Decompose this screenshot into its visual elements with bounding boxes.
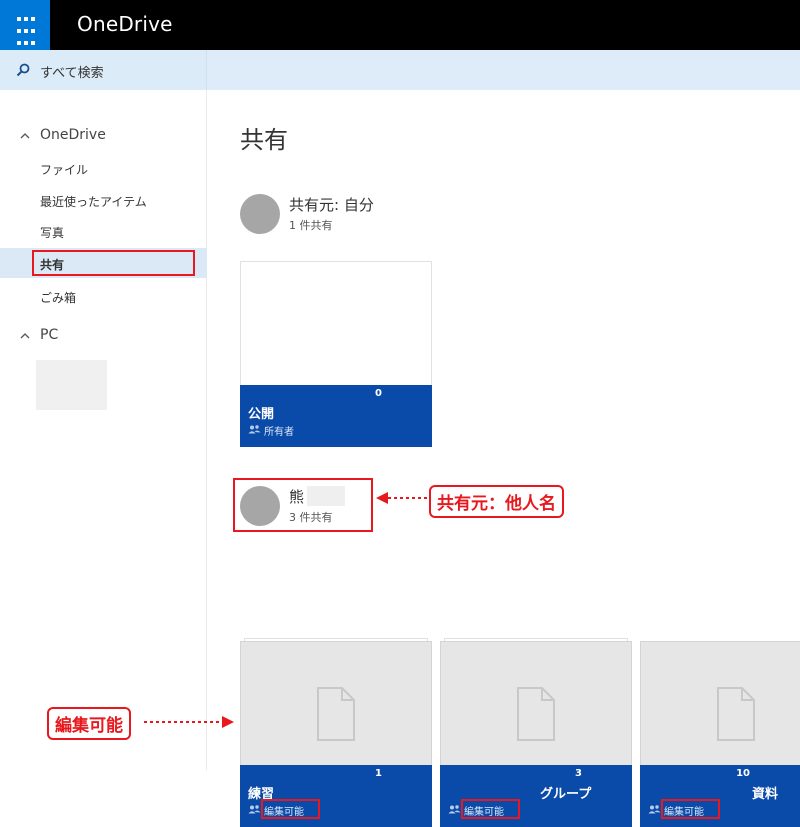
folder-tile[interactable]: 1 練習 編集可能 bbox=[240, 638, 432, 827]
search-box[interactable]: すべて検索 bbox=[0, 50, 207, 90]
chevron-up-icon bbox=[20, 333, 30, 339]
shared-count: 1 件共有 bbox=[289, 219, 333, 232]
annotation-permission-callout: 編集可能 bbox=[47, 707, 131, 740]
item-count: 0 bbox=[375, 388, 382, 399]
folder-name: 資料 bbox=[752, 787, 779, 802]
document-icon bbox=[717, 687, 755, 741]
highlight-box bbox=[461, 799, 520, 819]
avatar bbox=[240, 194, 280, 234]
permission-label: 所有者 bbox=[264, 427, 294, 438]
sidebar-item-label: 最近使ったアイテム bbox=[40, 195, 147, 209]
search-bar: すべて検索 bbox=[0, 50, 800, 90]
search-icon bbox=[16, 63, 30, 77]
sidebar-item-label: ごみ箱 bbox=[40, 291, 77, 305]
people-icon bbox=[248, 425, 261, 434]
folder-tile[interactable]: 3 グループ 編集可能 bbox=[440, 638, 632, 827]
page-title: 共有 bbox=[240, 126, 288, 154]
main-content: 共有 共有元: 自分 1 件共有 0 公開 所有者 熊 3 件共有 1 練習 編… bbox=[208, 90, 800, 827]
app-title[interactable]: OneDrive bbox=[77, 12, 173, 36]
sidebar-item-label: ファイル bbox=[40, 163, 89, 177]
highlight-box bbox=[32, 250, 195, 276]
document-icon bbox=[317, 687, 355, 741]
highlight-box bbox=[261, 799, 320, 819]
sidebar-item-photos[interactable]: 写真 bbox=[0, 216, 207, 246]
highlight-box bbox=[233, 478, 373, 532]
annotation-owner-callout: 共有元：他人名 bbox=[429, 485, 564, 518]
people-icon bbox=[448, 805, 461, 814]
sidebar-item-recent[interactable]: 最近使ったアイテム bbox=[0, 185, 207, 215]
sidebar-item-shared[interactable]: 共有 bbox=[0, 248, 207, 278]
search-label: すべて検索 bbox=[40, 66, 104, 81]
arrow-left-icon bbox=[376, 492, 432, 504]
sidebar: OneDrive ファイル 最近使ったアイテム 写真 共有 ごみ箱 PC bbox=[0, 90, 207, 770]
owner-name: 共有元: 自分 bbox=[289, 196, 374, 214]
sidebar-group-label: PC bbox=[40, 327, 59, 343]
tile-thumbnail bbox=[240, 261, 432, 385]
document-icon bbox=[517, 687, 555, 741]
chevron-up-icon bbox=[20, 133, 30, 139]
sidebar-item-label: 写真 bbox=[40, 226, 65, 240]
people-icon bbox=[648, 805, 661, 814]
app-launcher-icon[interactable] bbox=[0, 0, 50, 50]
pc-item-thumbnail[interactable] bbox=[36, 360, 107, 410]
people-icon bbox=[248, 805, 261, 814]
sidebar-group-label: OneDrive bbox=[40, 127, 106, 143]
folder-tile[interactable]: 10 資料 編集可能 bbox=[640, 641, 800, 827]
tile-notch bbox=[756, 765, 772, 781]
highlight-box bbox=[661, 799, 720, 819]
sidebar-item-files[interactable]: ファイル bbox=[0, 153, 207, 183]
folder-name: グループ bbox=[540, 787, 592, 802]
arrow-right-icon bbox=[144, 716, 234, 728]
sidebar-item-recycle-bin[interactable]: ごみ箱 bbox=[0, 281, 207, 311]
top-bar: OneDrive bbox=[0, 0, 800, 50]
folder-name: 公開 bbox=[248, 407, 275, 422]
folder-tile[interactable]: 0 公開 所有者 bbox=[240, 261, 432, 447]
